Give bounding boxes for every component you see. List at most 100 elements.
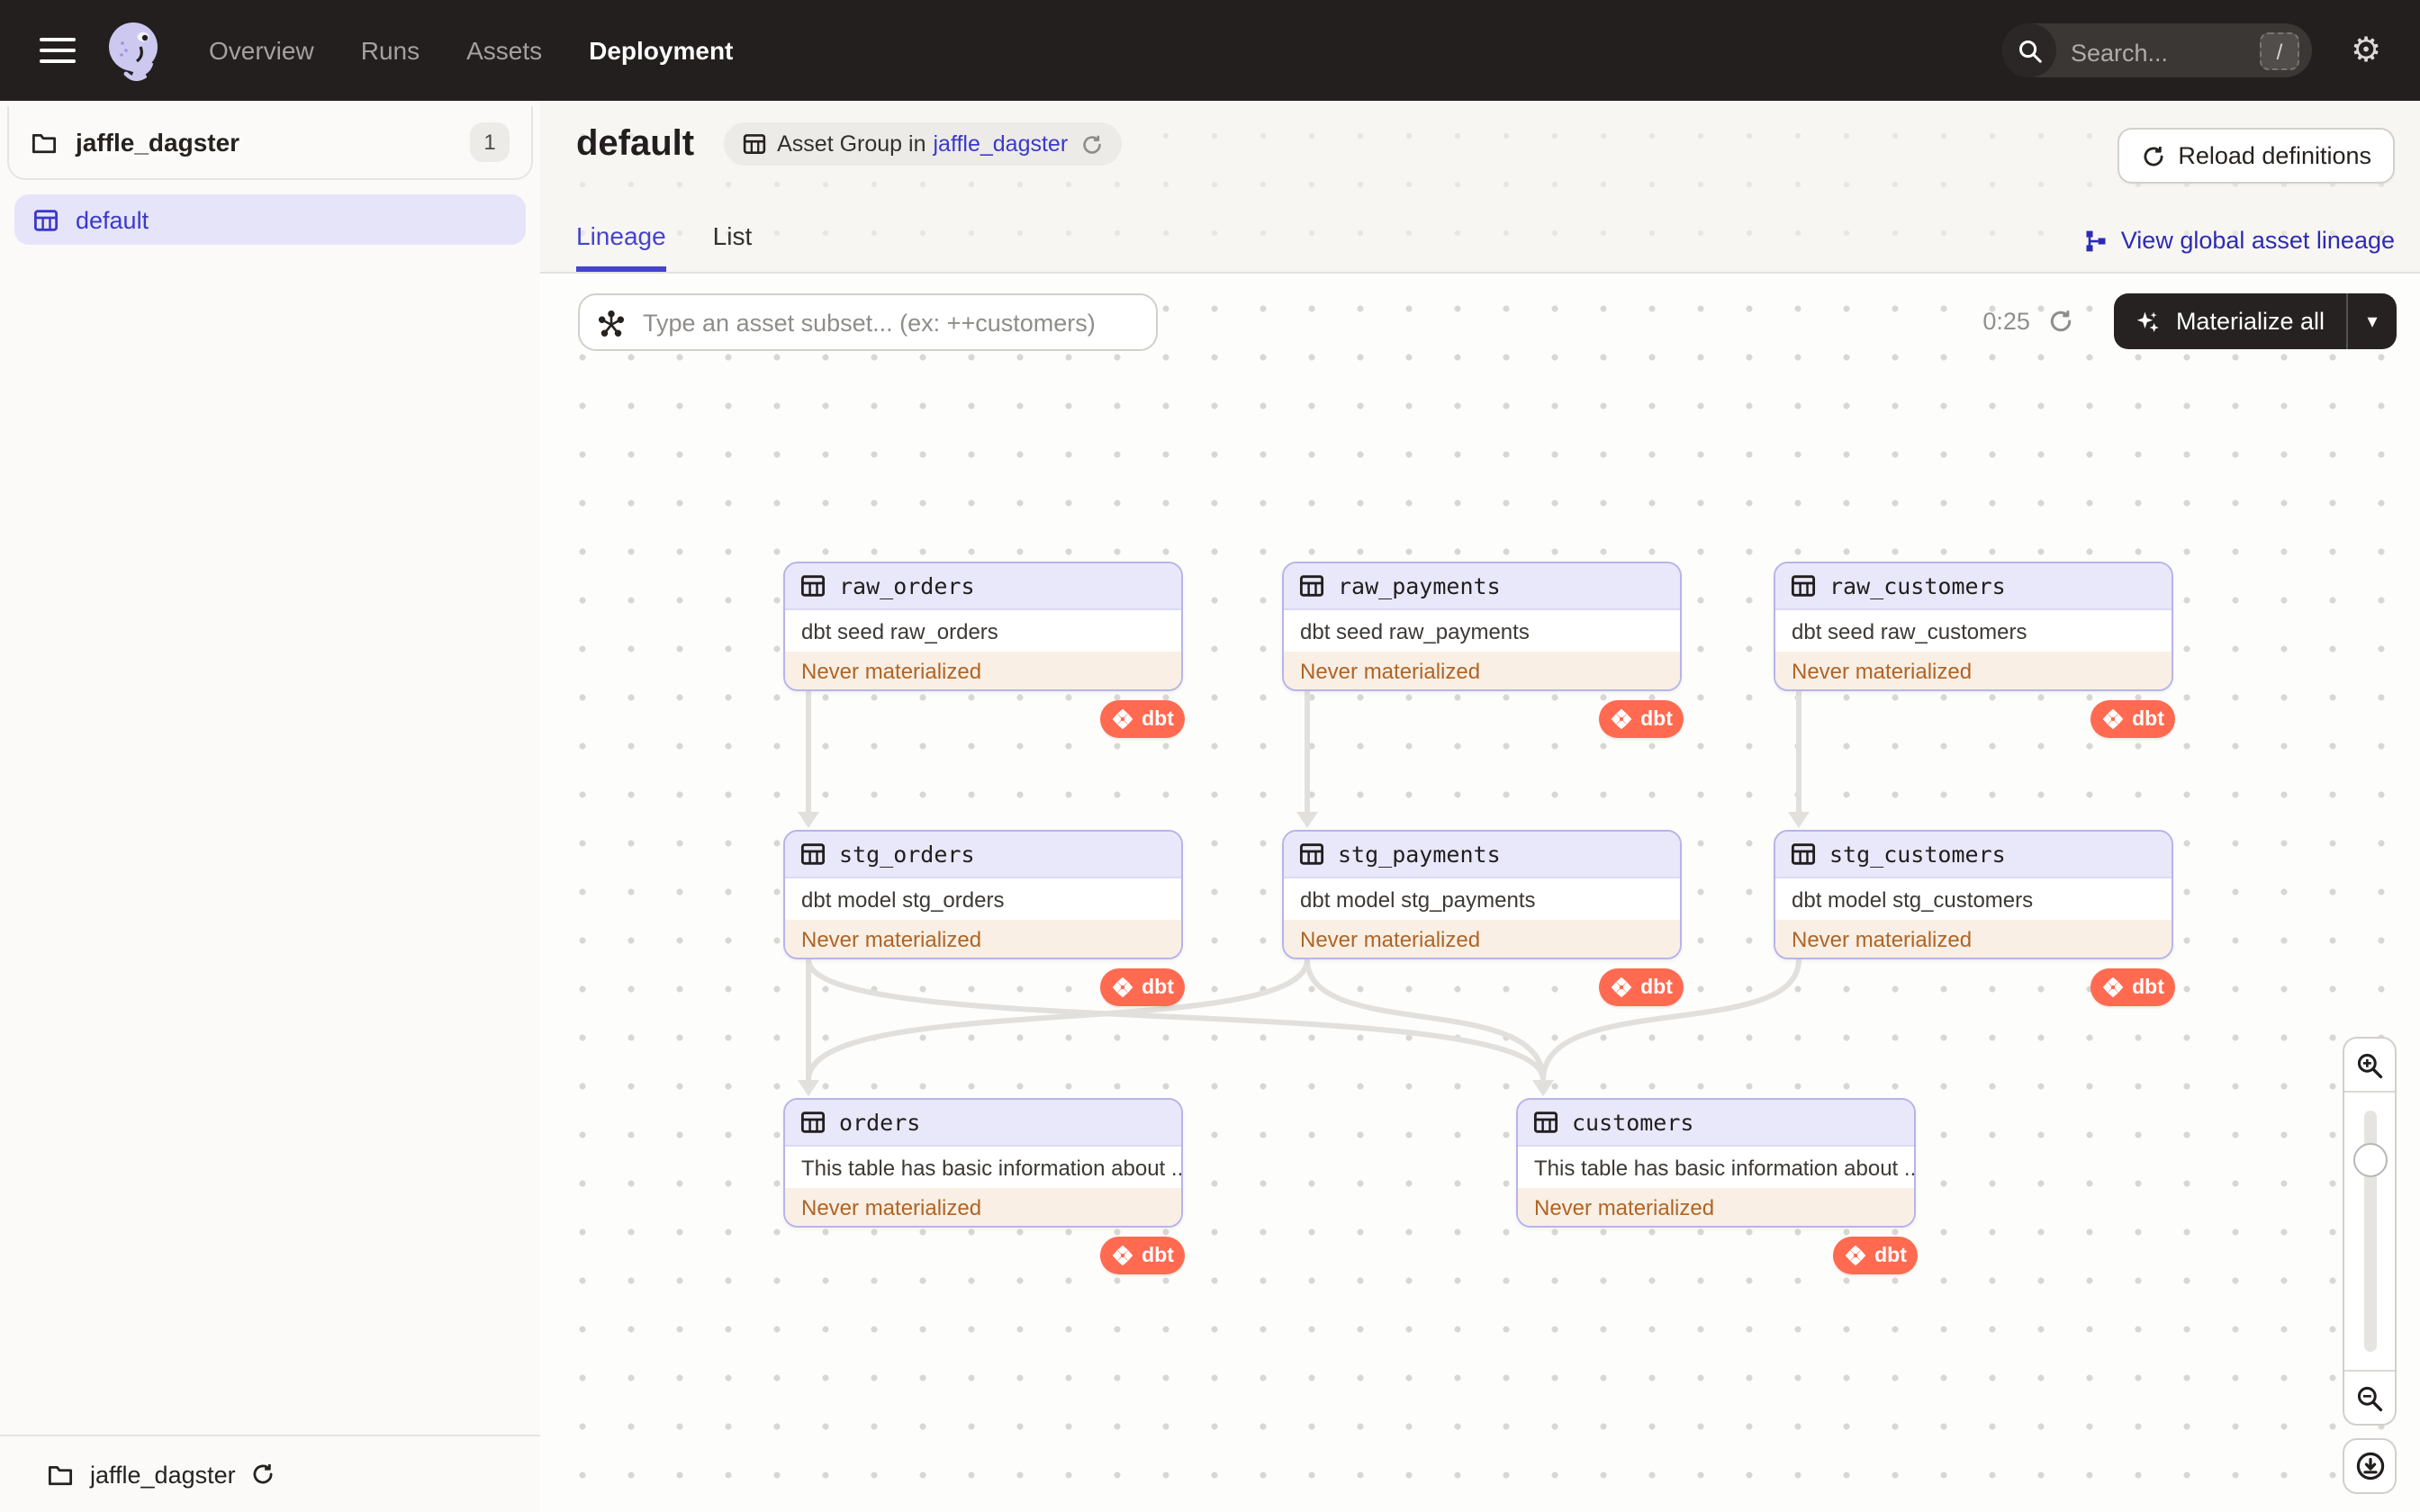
asset-status: Never materialized [1284, 920, 1680, 958]
dbt-logo-icon [1112, 708, 1133, 730]
asset-status: Never materialized [1775, 652, 2172, 689]
refresh-icon[interactable] [250, 1462, 275, 1487]
dagster-app: Overview Runs Assets Deployment / ⚙ jaff… [0, 0, 2420, 1512]
zoom-out-button[interactable] [2344, 1372, 2395, 1424]
table-icon [1790, 572, 1817, 599]
dbt-badge: dbt [1100, 700, 1185, 738]
repo-link[interactable]: jaffle_dagster [934, 131, 1069, 157]
dbt-logo-icon [2102, 708, 2124, 730]
sidebar-repo-jaffle-dagster[interactable]: jaffle_dagster 1 [7, 106, 533, 180]
repo-count-badge: 1 [470, 122, 510, 162]
search-icon [2002, 23, 2056, 77]
tab-lineage[interactable]: Lineage [576, 221, 666, 272]
asset-node-header: stg_payments [1284, 832, 1680, 878]
refresh-icon[interactable] [1080, 132, 1104, 156]
asset-node-orders[interactable]: orders This table has basic information … [783, 1098, 1183, 1228]
asset-description: dbt seed raw_payments [1300, 618, 1530, 644]
zoom-in-button[interactable] [2344, 1039, 2395, 1091]
asset-name: raw_payments [1338, 572, 1501, 599]
asset-status: Never materialized [785, 920, 1181, 958]
nav-overview[interactable]: Overview [209, 36, 314, 65]
asset-status: Never materialized [785, 1188, 1181, 1226]
dbt-badge-label: dbt [1142, 708, 1174, 730]
asset-name: stg_orders [839, 841, 975, 868]
dagster-logo-icon[interactable] [104, 20, 166, 81]
sparkle-icon [2136, 309, 2162, 334]
asset-node-raw_orders[interactable]: raw_orders dbt seed raw_orders Never mat… [783, 562, 1183, 691]
reload-definitions-label: Reload definitions [2178, 142, 2371, 169]
dbt-logo-icon [2102, 976, 2124, 998]
asset-name: raw_customers [1829, 572, 2006, 599]
zoom-controls [2343, 1037, 2397, 1426]
search-input[interactable] [2067, 23, 2240, 81]
menu-icon[interactable] [40, 38, 76, 63]
asset-name: raw_orders [839, 572, 975, 599]
asset-group-icon [32, 206, 59, 233]
table-icon [1298, 572, 1325, 599]
asset-description: dbt seed raw_customers [1792, 618, 2027, 644]
sidebar-item-label: default [76, 206, 149, 233]
asset-node-header: raw_orders [785, 563, 1181, 610]
page-title: default [576, 123, 695, 163]
dbt-badge: dbt [1833, 1237, 1918, 1274]
page-header: default Asset Group in jaffle_dagster Re… [540, 101, 2420, 274]
asset-node-customers[interactable]: customers This table has basic informati… [1516, 1098, 1916, 1228]
zoom-slider[interactable] [2344, 1091, 2395, 1372]
asset-node-raw_payments[interactable]: raw_payments dbt seed raw_payments Never… [1282, 562, 1682, 691]
asset-node-stg_payments[interactable]: stg_payments dbt model stg_payments Neve… [1282, 830, 1682, 959]
dbt-badge: dbt [2090, 968, 2175, 1006]
zoom-slider-handle[interactable] [2352, 1143, 2387, 1177]
view-global-asset-lineage-label: View global asset lineage [2120, 227, 2395, 254]
folder-icon [31, 129, 58, 156]
asset-group-context-pill: Asset Group in jaffle_dagster [723, 122, 1123, 166]
refresh-icon [2140, 143, 2165, 168]
dbt-badge: dbt [2090, 700, 2175, 738]
table-icon [799, 841, 826, 868]
asset-group-icon [741, 131, 766, 157]
tab-list[interactable]: List [713, 221, 753, 272]
repo-name: jaffle_dagster [76, 128, 240, 157]
sidebar-item-default-group[interactable]: default [14, 194, 526, 245]
sidebar-footer: jaffle_dagster [0, 1435, 540, 1512]
asset-subset-input[interactable] [639, 307, 1138, 338]
asset-node-raw_customers[interactable]: raw_customers dbt seed raw_customers Nev… [1774, 562, 2173, 691]
asset-groups-sidebar: jaffle_dagster 1 default jaffle_dagster [0, 101, 542, 1512]
asset-node-header: raw_payments [1284, 563, 1680, 610]
dbt-badge-label: dbt [1874, 1245, 1907, 1266]
view-global-asset-lineage-link[interactable]: View global asset lineage [2083, 227, 2395, 254]
asset-name: stg_payments [1338, 841, 1501, 868]
dbt-badge-label: dbt [1142, 976, 1174, 998]
materialize-all-button[interactable]: Materialize all [2115, 308, 2346, 335]
asset-description: dbt model stg_payments [1300, 886, 1536, 912]
asset-subset-filter[interactable] [578, 293, 1158, 351]
nav-deployment[interactable]: Deployment [589, 36, 733, 65]
dbt-badge-label: dbt [2132, 976, 2164, 998]
lineage-graph-canvas[interactable]: raw_orders dbt seed raw_orders Never mat… [540, 274, 2420, 1512]
asset-description: This table has basic information about .… [1534, 1155, 1914, 1180]
nav-assets[interactable]: Assets [466, 36, 542, 65]
nav-runs[interactable]: Runs [361, 36, 420, 65]
asset-name: orders [839, 1109, 921, 1136]
asset-description: dbt model stg_customers [1792, 886, 2034, 912]
gear-icon[interactable]: ⚙ [2344, 29, 2388, 72]
download-graph-button[interactable] [2343, 1438, 2397, 1494]
dbt-badge-label: dbt [2132, 708, 2164, 730]
dbt-logo-icon [1112, 1245, 1133, 1266]
refresh-icon[interactable] [2048, 308, 2075, 335]
dbt-badge-label: dbt [1142, 1245, 1174, 1266]
asset-node-header: customers [1518, 1100, 1914, 1147]
table-icon [1298, 841, 1325, 868]
materialize-all-button-group: Materialize all ▾ [2114, 293, 2397, 349]
asset-node-stg_orders[interactable]: stg_orders dbt model stg_orders Never ma… [783, 830, 1183, 959]
materialize-options-caret[interactable]: ▾ [2346, 293, 2397, 349]
global-search[interactable]: / [2002, 23, 2312, 81]
reload-definitions-button[interactable]: Reload definitions [2117, 128, 2395, 184]
asset-status: Never materialized [1518, 1188, 1914, 1226]
asset-status: Never materialized [1775, 920, 2172, 958]
asset-node-header: stg_customers [1775, 832, 2172, 878]
asset-description: dbt seed raw_orders [801, 618, 998, 644]
table-icon [799, 572, 826, 599]
dbt-badge: dbt [1599, 968, 1684, 1006]
asset-node-stg_customers[interactable]: stg_customers dbt model stg_customers Ne… [1774, 830, 2173, 959]
asset-graph-icon [598, 309, 625, 336]
